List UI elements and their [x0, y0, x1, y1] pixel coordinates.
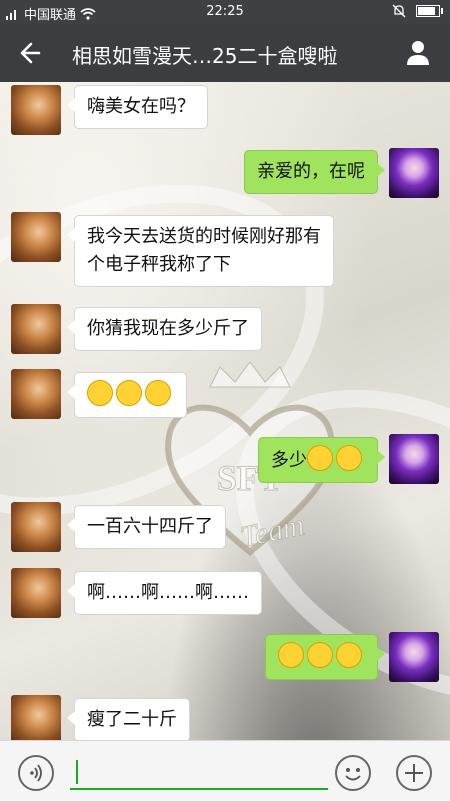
- watermark-word-text: Team: [238, 508, 307, 552]
- grin-emoji: [145, 380, 171, 406]
- incoming-message[interactable]: 我今天去送货的时候刚好那有 个电子秤我称了下: [67, 215, 334, 287]
- my-avatar[interactable]: [389, 434, 439, 484]
- message-text: 多少: [271, 450, 307, 471]
- voice-wave-icon: [30, 764, 42, 782]
- incoming-message[interactable]: 一百六十四斤了: [67, 505, 226, 549]
- back-arrow-icon[interactable]: [15, 38, 45, 68]
- status-bar: 中国联通 22:25: [0, 0, 450, 24]
- incoming-message[interactable]: 你猜我现在多少斤了: [67, 307, 262, 351]
- astonished-emoji: [336, 445, 362, 471]
- contact-avatar[interactable]: [11, 212, 61, 262]
- chat-title: 相思如雪漫天…25二十盒嗖啦: [72, 44, 338, 68]
- contact-avatar[interactable]: [11, 369, 61, 419]
- smiley-icon: [345, 768, 361, 781]
- my-avatar[interactable]: [389, 632, 439, 682]
- message-input[interactable]: [70, 756, 328, 790]
- scream-emoji: [307, 642, 333, 668]
- chat-area[interactable]: SFT Team 嗨美女在吗？ 亲爱的，在呢 我今天去送货的时候刚好那有 个电子…: [0, 82, 450, 740]
- scream-emoji: [336, 642, 362, 668]
- contact-avatar[interactable]: [11, 304, 61, 354]
- text-cursor: [76, 760, 78, 784]
- contact-avatar[interactable]: [11, 502, 61, 552]
- contact-avatar[interactable]: [11, 695, 61, 740]
- input-bar: [0, 740, 450, 801]
- plus-icon: [405, 764, 423, 782]
- incoming-message[interactable]: 嗨美女在吗？: [67, 85, 208, 129]
- my-avatar[interactable]: [389, 148, 439, 198]
- outgoing-message[interactable]: 亲爱的，在呢: [244, 150, 385, 194]
- outgoing-message[interactable]: [265, 634, 385, 680]
- message-line: 个电子秤我称了下: [87, 254, 231, 275]
- watermark-word: Team: [237, 508, 307, 552]
- astonished-emoji: [307, 445, 333, 471]
- battery-icon: [416, 5, 443, 17]
- chat-header: 相思如雪漫天…25二十盒嗖啦: [0, 24, 450, 82]
- scream-emoji: [278, 642, 304, 668]
- outgoing-message[interactable]: 多少: [258, 437, 385, 483]
- message-line: 我今天去送货的时候刚好那有: [87, 226, 321, 247]
- incoming-message[interactable]: 瘦了二十斤: [67, 698, 190, 740]
- incoming-message[interactable]: [67, 372, 187, 418]
- contact-avatar[interactable]: [11, 85, 61, 135]
- emoji-button[interactable]: [335, 755, 371, 791]
- alarm-off-icon: [392, 4, 406, 18]
- contact-avatar[interactable]: [11, 568, 61, 618]
- more-button[interactable]: [396, 755, 432, 791]
- incoming-message[interactable]: 啊……啊……啊……: [67, 571, 262, 615]
- voice-button[interactable]: [18, 755, 54, 791]
- grin-emoji: [87, 380, 113, 406]
- grin-emoji: [116, 380, 142, 406]
- clock: 22:25: [206, 4, 244, 19]
- person-icon[interactable]: [404, 38, 432, 66]
